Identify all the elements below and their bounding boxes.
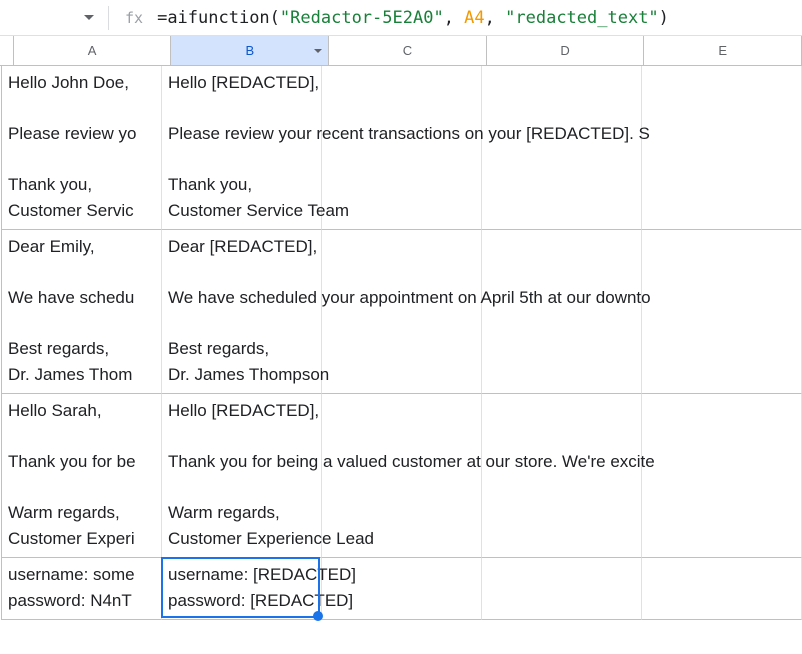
table-row: Hello Sarah, Thank you for be Warm regar… (2, 394, 802, 558)
formula-token: , (444, 8, 464, 28)
cell-d4[interactable] (482, 558, 642, 620)
table-row: Hello John Doe, Please review yo Thank y… (2, 66, 802, 230)
column-label: A (88, 43, 97, 58)
cell-e2[interactable] (642, 230, 802, 394)
chevron-down-icon[interactable] (314, 49, 322, 53)
table-row: Dear Emily, We have schedu Best regards,… (2, 230, 802, 394)
cell-b3[interactable]: Hello [REDACTED], Thank you for being a … (162, 394, 322, 558)
fx-icon: fx (115, 9, 151, 27)
cell-d2[interactable] (482, 230, 642, 394)
cell-b4[interactable]: username: [REDACTED] password: [REDACTED… (162, 558, 322, 620)
cell-a4[interactable]: username: some password: N4nT (2, 558, 162, 620)
cell-a2[interactable]: Dear Emily, We have schedu Best regards,… (2, 230, 162, 394)
cell-d3[interactable] (482, 394, 642, 558)
cell-b1[interactable]: Hello [REDACTED], Please review your rec… (162, 66, 322, 230)
cell-text: Hello John Doe, Please review yo Thank y… (8, 73, 137, 220)
column-header-d[interactable]: D (487, 36, 645, 65)
cell-text: Dear Emily, We have schedu Best regards,… (8, 237, 134, 384)
cell-e4[interactable] (642, 558, 802, 620)
formula-token: ) (659, 8, 669, 28)
formula-token: "Redactor-5E2A0" (280, 8, 444, 28)
cell-c1[interactable] (322, 66, 482, 230)
formula-token: ( (270, 8, 280, 28)
name-box[interactable] (6, 15, 102, 20)
column-header-e[interactable]: E (644, 36, 802, 65)
cell-c4[interactable] (322, 558, 482, 620)
formula-token: aifunction (167, 8, 269, 28)
column-header-b[interactable]: B (171, 36, 329, 65)
column-label: B (245, 43, 254, 58)
column-label: E (718, 43, 727, 58)
cell-text: username: some password: N4nT (8, 565, 135, 610)
column-header-c[interactable]: C (329, 36, 487, 65)
cell-e1[interactable] (642, 66, 802, 230)
column-label: C (403, 43, 412, 58)
cell-d1[interactable] (482, 66, 642, 230)
formula-bar: fx =aifunction("Redactor-5E2A0", A4, "re… (0, 0, 802, 36)
formula-token: "redacted_text" (505, 8, 659, 28)
grid: Hello John Doe, Please review yo Thank y… (0, 66, 802, 620)
cell-c3[interactable] (322, 394, 482, 558)
formula-input[interactable]: =aifunction("Redactor-5E2A0", A4, "redac… (157, 8, 796, 28)
cell-b2[interactable]: Dear [REDACTED], We have scheduled your … (162, 230, 322, 394)
cell-a3[interactable]: Hello Sarah, Thank you for be Warm regar… (2, 394, 162, 558)
cell-text: Hello Sarah, Thank you for be Warm regar… (8, 401, 136, 548)
select-all-corner[interactable] (0, 36, 14, 65)
cell-e3[interactable] (642, 394, 802, 558)
column-header-a[interactable]: A (14, 36, 172, 65)
column-label: D (560, 43, 569, 58)
formula-token: = (157, 8, 167, 28)
column-headers: A B C D E (0, 36, 802, 66)
divider (108, 6, 109, 30)
formula-token: A4 (464, 8, 484, 28)
table-row: username: some password: N4nT username: … (2, 558, 802, 620)
cells: Hello John Doe, Please review yo Thank y… (2, 66, 802, 620)
formula-token: , (485, 8, 505, 28)
cell-c2[interactable] (322, 230, 482, 394)
cell-a1[interactable]: Hello John Doe, Please review yo Thank y… (2, 66, 162, 230)
chevron-down-icon (84, 15, 94, 20)
